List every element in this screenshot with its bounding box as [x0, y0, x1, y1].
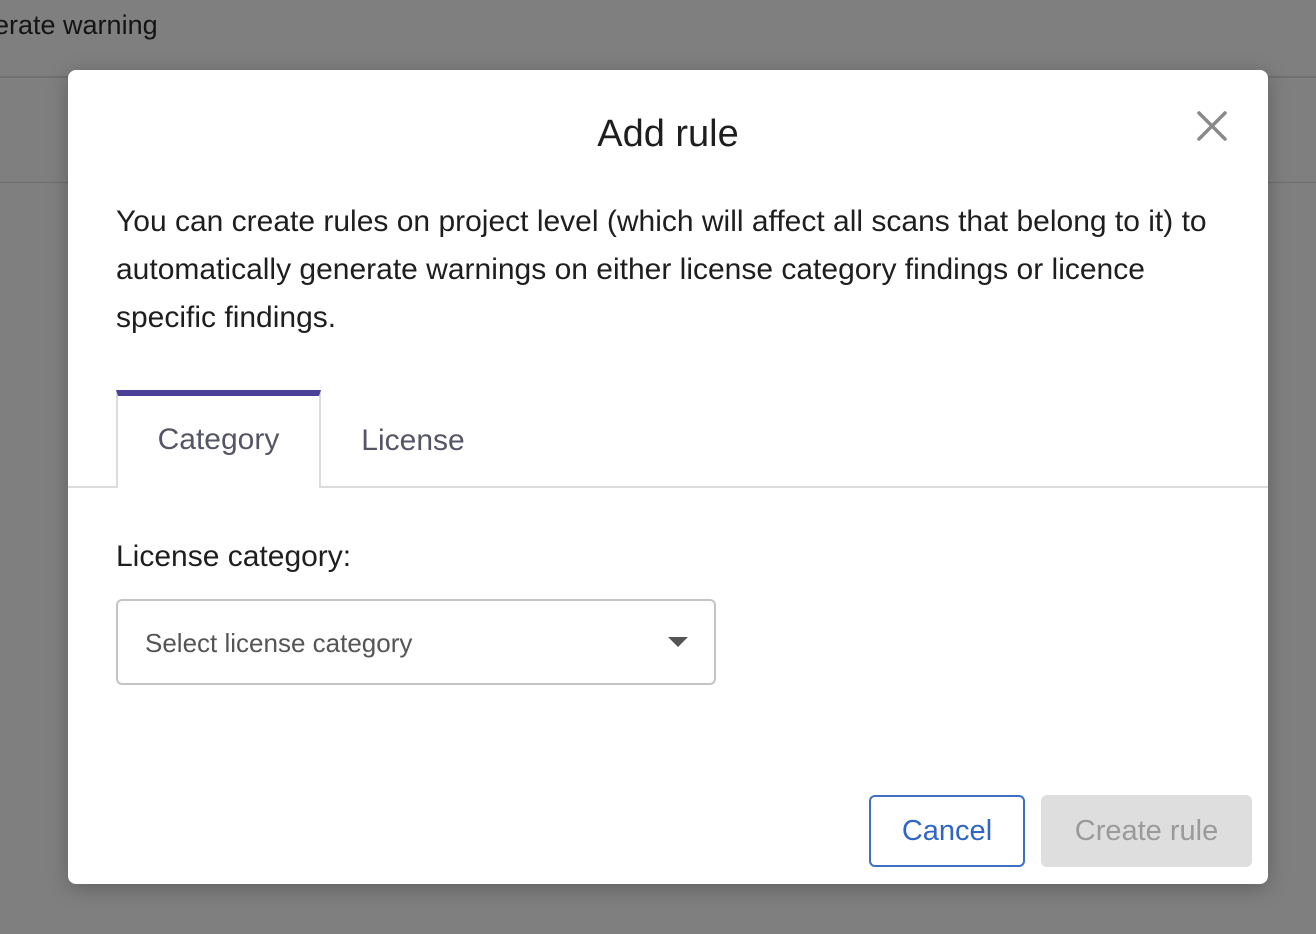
dialog-description: You can create rules on project level (w… [116, 205, 1207, 334]
tab-category[interactable]: Category [116, 390, 321, 488]
select-placeholder: Select license category [145, 628, 413, 658]
dialog-title: Add rule [597, 113, 739, 155]
background-header-text: erate warning [0, 10, 158, 40]
background-header: erate warning [0, 0, 1316, 78]
cancel-button[interactable]: Cancel [869, 795, 1025, 867]
tab-category-label: Category [157, 423, 280, 456]
chevron-down-icon [668, 637, 688, 647]
rule-type-tabs: Category License [68, 390, 1268, 488]
close-icon [1197, 111, 1227, 141]
add-rule-dialog: Add rule You can create rules on project… [68, 70, 1268, 884]
close-button[interactable] [1192, 106, 1232, 146]
tab-license-label: License [361, 424, 465, 457]
create-rule-button[interactable]: Create rule [1041, 795, 1252, 867]
license-category-label: License category: [116, 540, 352, 573]
license-category-select[interactable]: Select license category [116, 599, 716, 685]
tab-license[interactable]: License [338, 390, 488, 486]
